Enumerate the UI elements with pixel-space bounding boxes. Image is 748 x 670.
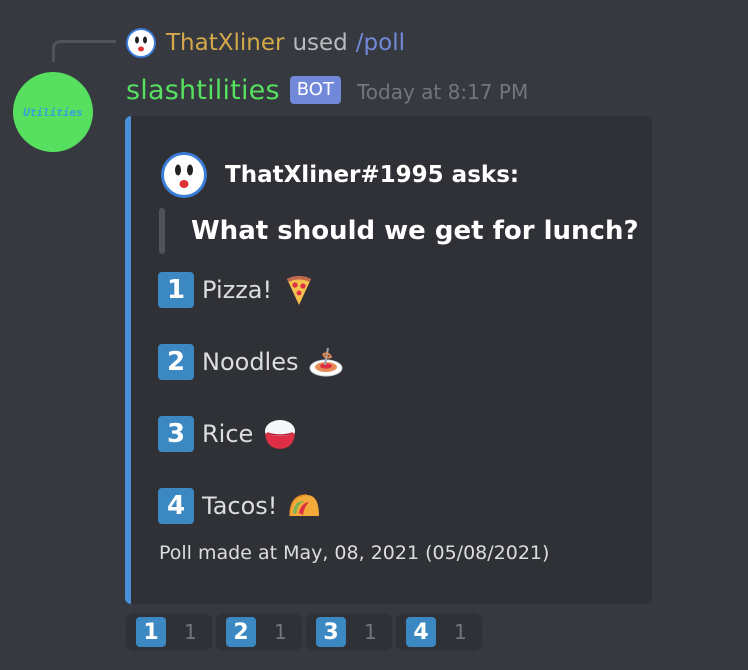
user-avatar-icon[interactable]: [126, 28, 156, 58]
keycap-one-icon: 1: [158, 272, 194, 308]
reaction-count: 1: [454, 620, 467, 644]
bot-username[interactable]: slashtilities: [126, 75, 280, 106]
poll-question: What should we get for lunch?: [191, 216, 639, 246]
keycap-two-icon: 2: [226, 617, 256, 647]
keycap-three-icon: 3: [316, 617, 346, 647]
reaction-count: 1: [274, 620, 287, 644]
rice-bowl-icon: [265, 420, 296, 449]
pizza-icon: [287, 276, 312, 305]
reaction-count: 1: [184, 620, 197, 644]
option-label: Rice: [202, 420, 254, 448]
reply-connector-line: [52, 40, 116, 62]
reply-username[interactable]: ThatXliner: [166, 30, 284, 56]
bot-badge: BOT: [289, 76, 341, 104]
keycap-three-icon: 3: [158, 416, 194, 452]
spaghetti-icon: [309, 347, 342, 377]
chat-view: ThatXliner used /poll Utilities slashtil…: [0, 0, 748, 670]
keycap-one-icon: 1: [136, 617, 166, 647]
option-label: Noodles: [202, 348, 299, 376]
reaction-button-4[interactable]: 4 1: [396, 613, 482, 651]
poll-option: 1 Pizza!: [158, 272, 343, 308]
message-timestamp: Today at 8:17 PM: [356, 80, 529, 104]
keycap-four-icon: 4: [158, 488, 194, 524]
bot-avatar[interactable]: Utilities: [13, 72, 93, 152]
option-label: Tacos!: [202, 492, 278, 520]
poll-options: 1 Pizza! 2 Noodles 3 Rice 4 Tacos!: [158, 272, 343, 560]
reply-used-label: used: [292, 30, 348, 56]
reaction-count: 1: [364, 620, 377, 644]
option-label: Pizza!: [202, 276, 273, 304]
author-avatar-icon: [161, 152, 207, 198]
poll-option: 4 Tacos!: [158, 488, 343, 524]
bot-avatar-label: Utilities: [23, 105, 83, 119]
keycap-two-icon: 2: [158, 344, 194, 380]
reaction-button-2[interactable]: 2 1: [216, 613, 302, 651]
poll-embed: ThatXliner#1995 asks: What should we get…: [125, 116, 652, 604]
embed-author: ThatXliner#1995 asks:: [161, 152, 519, 198]
taco-icon: [289, 494, 320, 517]
quote-bar: [159, 208, 165, 254]
reaction-button-3[interactable]: 3 1: [306, 613, 392, 651]
question-quote: What should we get for lunch?: [159, 208, 639, 254]
poll-option: 2 Noodles: [158, 344, 343, 380]
poll-footer: Poll made at May, 08, 2021 (05/08/2021): [159, 542, 550, 564]
reaction-bar: 1 1 2 1 3 1 4 1: [126, 613, 486, 651]
message-header: slashtilities BOT Today at 8:17 PM: [126, 70, 528, 110]
command-reply-header[interactable]: ThatXliner used /poll: [126, 26, 405, 60]
poll-option: 3 Rice: [158, 416, 343, 452]
slash-command-link[interactable]: /poll: [356, 30, 405, 56]
reaction-button-1[interactable]: 1 1: [126, 613, 212, 651]
keycap-four-icon: 4: [406, 617, 436, 647]
embed-author-name: ThatXliner#1995 asks:: [225, 162, 520, 188]
